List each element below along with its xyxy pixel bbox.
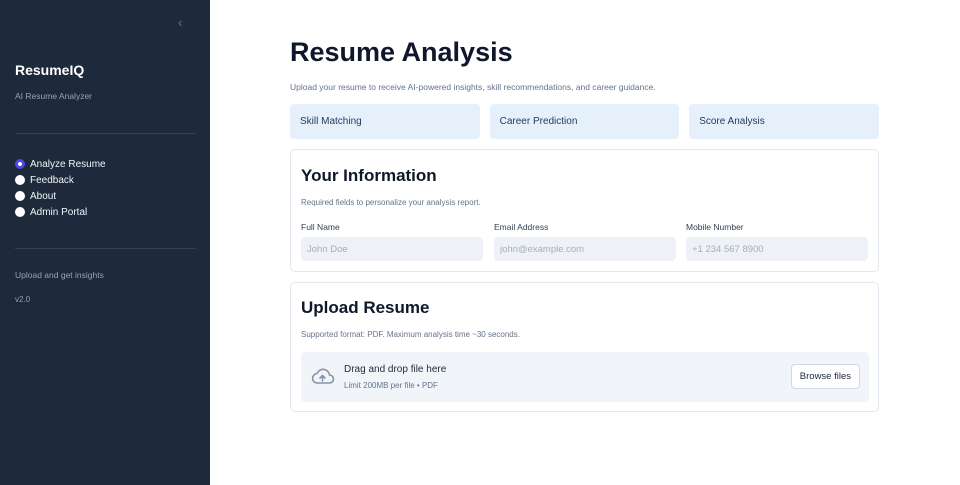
dropzone-limit-text: Limit 200MB per file • PDF <box>344 381 438 390</box>
info-card: Your Information Required fields to pers… <box>290 149 879 272</box>
radio-selected-icon[interactable] <box>15 159 25 169</box>
email-label: Email Address <box>494 222 549 232</box>
upload-card: Upload Resume Supported format: PDF. Max… <box>290 282 879 412</box>
nav-item-about[interactable]: About <box>15 188 106 204</box>
nav-item-label: Admin Portal <box>30 206 88 218</box>
upload-card-title: Upload Resume <box>301 298 430 317</box>
nav-item-analyze-resume[interactable]: Analyze Resume <box>15 156 106 172</box>
nav-item-feedback[interactable]: Feedback <box>15 172 106 188</box>
upload-card-subtitle: Supported format: PDF. Maximum analysis … <box>301 330 520 339</box>
nav-item-label: Analyze Resume <box>30 158 106 170</box>
sidebar: ‹ ResumeIQ AI Resume Analyzer Analyze Re… <box>0 0 210 485</box>
dropzone-title: Drag and drop file here <box>344 364 447 375</box>
page-subtitle: Upload your resume to receive AI-powered… <box>290 82 656 92</box>
sidebar-nav: Analyze Resume Feedback About Admin Port… <box>15 156 106 220</box>
radio-icon[interactable] <box>15 191 25 201</box>
sidebar-divider <box>15 133 196 134</box>
page-title: Resume Analysis <box>290 37 513 67</box>
mobile-label: Mobile Number <box>686 222 744 232</box>
nav-item-admin-portal[interactable]: Admin Portal <box>15 204 106 220</box>
sidebar-divider <box>15 248 196 249</box>
radio-icon[interactable] <box>15 207 25 217</box>
feature-tile-career-prediction: Career Prediction <box>489 104 680 139</box>
chevron-left-icon[interactable]: ‹ <box>178 15 192 31</box>
full-name-field: Full Name <box>301 222 483 261</box>
feature-tile-score-analysis: Score Analysis <box>689 104 879 139</box>
info-card-title: Your Information <box>301 166 437 185</box>
info-card-subtitle: Required fields to personalize your anal… <box>301 198 481 207</box>
mobile-field: Mobile Number <box>686 222 868 261</box>
nav-item-label: About <box>30 190 57 202</box>
nav-item-label: Feedback <box>30 174 74 186</box>
full-name-input[interactable] <box>301 237 483 261</box>
feature-tiles: Skill Matching Career Prediction Score A… <box>290 104 879 139</box>
brand-name: ResumeIQ <box>15 62 85 78</box>
mobile-input[interactable] <box>686 237 868 261</box>
email-input[interactable] <box>494 237 676 261</box>
sidebar-footer-text: Upload and get insights <box>15 270 104 280</box>
radio-icon[interactable] <box>15 175 25 185</box>
browse-files-button[interactable]: Browse files <box>790 364 860 389</box>
email-field: Email Address <box>494 222 676 261</box>
brand-tagline: AI Resume Analyzer <box>15 91 93 101</box>
full-name-label: Full Name <box>301 222 340 232</box>
cloud-upload-icon <box>311 368 335 384</box>
version-label: v2.0 <box>15 295 31 304</box>
file-dropzone[interactable]: Drag and drop file here Limit 200MB per … <box>301 352 869 402</box>
feature-tile-skill-matching: Skill Matching <box>290 104 480 139</box>
